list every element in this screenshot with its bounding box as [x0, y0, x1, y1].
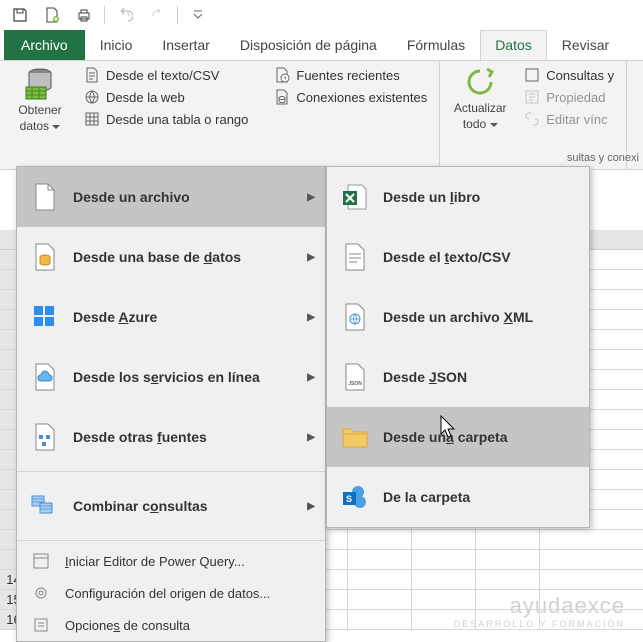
pq-editor-icon — [31, 551, 51, 571]
options-icon — [31, 615, 51, 635]
file-text-icon — [84, 67, 100, 83]
menu-from-file[interactable]: Desde un archivo ▶ — [17, 167, 325, 227]
get-data-shortcuts: Desde el texto/CSV Desde la web Desde un… — [80, 65, 252, 167]
separator — [177, 6, 178, 24]
from-table-button[interactable]: Desde una tabla o rango — [80, 109, 252, 129]
menu-from-other-sources[interactable]: Desde otras fuentes ▶ — [17, 407, 325, 467]
new-file-icon — [44, 7, 60, 23]
submenu-from-xml[interactable]: Desde un archivo XML — [327, 287, 589, 347]
quick-print-button[interactable] — [70, 2, 98, 28]
chevron-right-icon: ▶ — [307, 312, 315, 323]
undo-icon — [117, 7, 133, 23]
properties-icon — [524, 89, 540, 105]
get-data-label-1: Obtener — [18, 103, 61, 117]
gear-icon — [31, 583, 51, 603]
from-file-submenu: Desde un libro Desde el texto/CSV Desde … — [326, 166, 590, 528]
submenu-from-sharepoint-folder[interactable]: S De la carpeta — [327, 467, 589, 527]
text-file-icon — [341, 243, 369, 271]
tab-data[interactable]: Datos — [480, 30, 547, 60]
sharepoint-icon: S — [341, 483, 369, 511]
menu-data-source-settings[interactable]: Configuración del origen de datos... — [17, 577, 325, 609]
get-data-label-2: datos — [20, 119, 61, 133]
json-file-icon: JSON — [341, 363, 369, 391]
menu-query-options[interactable]: Opciones de consulta — [17, 609, 325, 641]
separator — [17, 540, 325, 541]
menu-combine-queries[interactable]: Combinar consultas ▶ — [17, 476, 325, 536]
menu-from-azure[interactable]: Desde Azure ▶ — [17, 287, 325, 347]
chevron-right-icon: ▶ — [307, 192, 315, 203]
from-text-csv-button[interactable]: Desde el texto/CSV — [80, 65, 252, 85]
combine-icon — [31, 492, 59, 520]
tab-file[interactable]: Archivo — [4, 30, 85, 60]
save-icon — [12, 7, 28, 23]
connections-icon — [274, 89, 290, 105]
recent-sources-button[interactable]: Fuentes recientes — [270, 65, 431, 85]
print-icon — [76, 7, 92, 23]
properties-button[interactable]: Propiedad — [520, 87, 618, 107]
existing-connections-button[interactable]: Conexiones existentes — [270, 87, 431, 107]
table-icon — [84, 111, 100, 127]
submenu-from-json[interactable]: JSON Desde JSON — [327, 347, 589, 407]
group-queries-connections: Actualizar todo Consultas y Propiedad Ed… — [440, 61, 627, 169]
from-web-button[interactable]: Desde la web — [80, 87, 252, 107]
undo-button[interactable] — [111, 2, 139, 28]
separator — [17, 471, 325, 472]
menu-launch-pq-editor[interactable]: Iniciar Editor de Power Query... — [17, 545, 325, 577]
quick-access-toolbar — [0, 0, 643, 30]
tab-formulas[interactable]: Fórmulas — [392, 30, 480, 60]
other-sources-icon — [31, 423, 59, 451]
chevron-right-icon: ▶ — [307, 432, 315, 443]
chevron-right-icon: ▶ — [307, 501, 315, 512]
group-get-transform: Obtener datos Desde el texto/CSV Desde l… — [0, 61, 440, 169]
svg-text:JSON: JSON — [348, 381, 362, 387]
edit-links-icon — [524, 111, 540, 127]
refresh-all-button[interactable]: Actualizar todo — [448, 65, 512, 167]
excel-file-icon — [341, 183, 369, 211]
edit-links-button[interactable]: Editar vínc — [520, 109, 618, 129]
get-data-button[interactable]: Obtener datos — [8, 65, 72, 167]
tab-page-layout[interactable]: Disposición de página — [225, 30, 392, 60]
separator — [104, 6, 105, 24]
tab-insert[interactable]: Insertar — [147, 30, 224, 60]
queries-icon — [524, 67, 540, 83]
submenu-from-workbook[interactable]: Desde un libro — [327, 167, 589, 227]
chevron-down-icon — [193, 10, 203, 20]
get-data-menu: Desde un archivo ▶ Desde una base de dat… — [16, 166, 326, 642]
ribbon: Obtener datos Desde el texto/CSV Desde l… — [0, 60, 643, 170]
redo-icon — [149, 7, 165, 23]
menu-from-database[interactable]: Desde una base de datos ▶ — [17, 227, 325, 287]
tab-home[interactable]: Inicio — [85, 30, 148, 60]
group-label: sultas y conexi — [567, 152, 639, 164]
chevron-right-icon: ▶ — [307, 252, 315, 263]
queries-connections-button[interactable]: Consultas y — [520, 65, 618, 85]
database-icon — [22, 65, 58, 101]
submenu-from-folder[interactable]: Desde una carpeta — [327, 407, 589, 467]
database-file-icon — [31, 243, 59, 271]
chevron-right-icon: ▶ — [307, 372, 315, 383]
tab-review[interactable]: Revisar — [547, 30, 624, 60]
refresh-icon — [463, 65, 497, 99]
redo-button[interactable] — [143, 2, 171, 28]
save-button[interactable] — [6, 2, 34, 28]
menu-from-online-services[interactable]: Desde los servicios en línea ▶ — [17, 347, 325, 407]
recent-icon — [274, 67, 290, 83]
globe-icon — [84, 89, 100, 105]
customize-qat-button[interactable] — [184, 2, 212, 28]
ribbon-tabs: Archivo Inicio Insertar Disposición de p… — [0, 30, 643, 60]
new-file-button[interactable] — [38, 2, 66, 28]
folder-icon — [341, 423, 369, 451]
get-data-shortcuts-2: Fuentes recientes Conexiones existentes — [270, 65, 431, 167]
svg-text:S: S — [346, 494, 352, 504]
azure-icon — [31, 303, 59, 331]
cloud-file-icon — [31, 363, 59, 391]
xml-file-icon — [341, 303, 369, 331]
file-icon — [31, 183, 59, 211]
submenu-from-text-csv[interactable]: Desde el texto/CSV — [327, 227, 589, 287]
